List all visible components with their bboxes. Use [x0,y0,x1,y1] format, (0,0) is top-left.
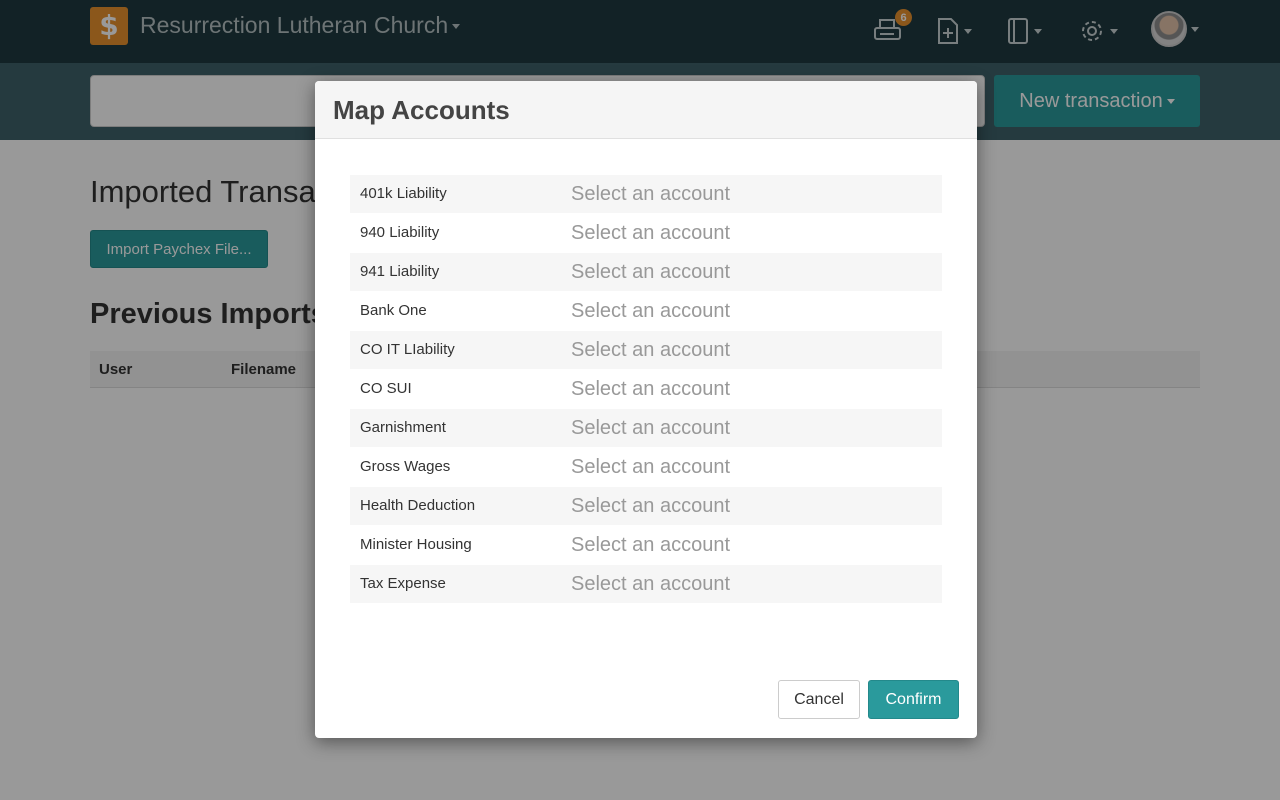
table-row: Bank One Select an account [350,292,942,331]
table-row: CO SUI Select an account [350,370,942,409]
account-select[interactable]: Select an account [571,183,730,206]
account-select[interactable]: Select an account [571,573,730,596]
row-label: 940 Liability [360,224,440,241]
row-label: CO IT LIability [360,341,455,358]
table-row: Health Deduction Select an account [350,487,942,526]
confirm-button[interactable]: Confirm [868,680,959,719]
cancel-button[interactable]: Cancel [778,680,860,719]
table-row: Garnishment Select an account [350,409,942,448]
account-select[interactable]: Select an account [571,456,730,479]
row-label: Bank One [360,302,427,319]
row-label: Gross Wages [360,458,451,475]
row-label: Minister Housing [360,536,472,553]
account-select[interactable]: Select an account [571,339,730,362]
row-label: CO SUI [360,380,412,397]
account-select[interactable]: Select an account [571,300,730,323]
table-row: 401k Liability Select an account [350,175,942,214]
table-row: Tax Expense Select an account [350,565,942,604]
map-accounts-dialog: Map Accounts 401k Liability Select an ac… [315,81,977,738]
row-label: Health Deduction [360,497,476,514]
account-select[interactable]: Select an account [571,534,730,557]
row-label: 941 Liability [360,263,440,280]
account-select[interactable]: Select an account [571,495,730,518]
table-row: 940 Liability Select an account [350,214,942,253]
account-map-table: 401k Liability Select an account 940 Lia… [350,175,942,604]
row-label: Tax Expense [360,575,446,592]
modal-header: Map Accounts [315,81,977,139]
table-row: 941 Liability Select an account [350,253,942,292]
account-select[interactable]: Select an account [571,222,730,245]
account-select[interactable]: Select an account [571,261,730,284]
modal-title: Map Accounts [333,95,510,125]
account-select[interactable]: Select an account [571,378,730,401]
account-select[interactable]: Select an account [571,417,730,440]
table-row: Minister Housing Select an account [350,526,942,565]
row-label: 401k Liability [360,185,447,202]
table-row: CO IT LIability Select an account [350,331,942,370]
row-label: Garnishment [360,419,446,436]
table-row: Gross Wages Select an account [350,448,942,487]
